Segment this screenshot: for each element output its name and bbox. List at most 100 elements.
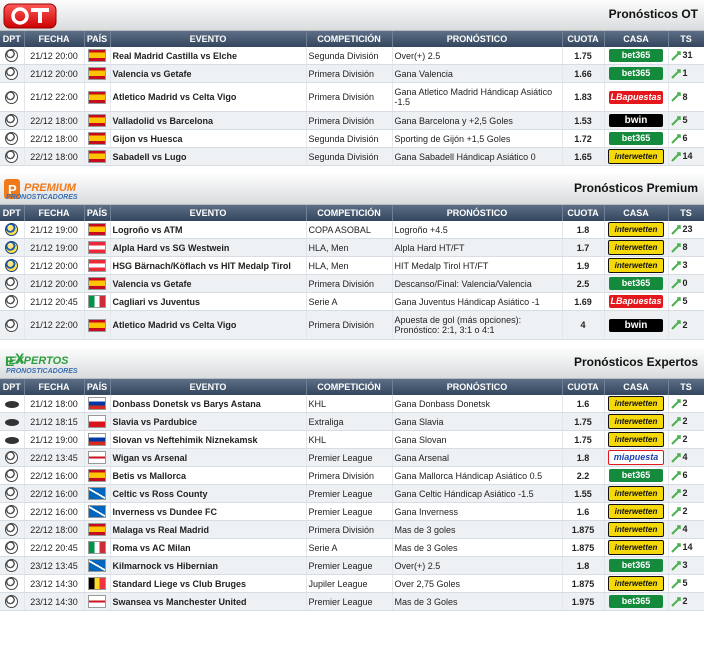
table-row[interactable]: 23/12 14:30 Standard Liege vs Club Bruge… [0, 574, 704, 593]
event-link[interactable]: Slavia vs Pardubice [110, 412, 307, 431]
bookmaker-logo-button[interactable]: miapuesta [608, 450, 664, 465]
table-row[interactable]: 21/12 19:00 Slovan vs Neftehimik Nizneka… [0, 430, 704, 449]
event-link[interactable]: Swansea vs Manchester United [110, 592, 307, 611]
table-row[interactable]: 23/12 14:30 Swansea vs Manchester United… [0, 592, 704, 611]
bookmaker-logo-button[interactable]: bet365 [609, 67, 663, 80]
event-link[interactable]: Gijon vs Huesca [110, 129, 307, 148]
event-link[interactable]: Cagliari vs Juventus [110, 292, 307, 311]
event-link[interactable]: Sabadell vs Lugo [110, 147, 307, 166]
table-row[interactable]: 21/12 22:00 Atletico Madrid vs Celta Vig… [0, 82, 704, 112]
ts-cell[interactable]: 14 [668, 147, 704, 166]
col-pronostico[interactable]: PRONÓSTICO [392, 31, 563, 47]
bookmaker-logo-button[interactable]: interwetten [608, 414, 664, 429]
col-cuota[interactable]: CUOTA [562, 31, 605, 47]
table-row[interactable]: 22/12 18:00 Valladolid vs Barcelona Prim… [0, 111, 704, 130]
table-row[interactable]: 21/12 19:00 Logroño vs ATM COPA ASOBAL L… [0, 221, 704, 239]
col-evento[interactable]: EVENTO [110, 31, 307, 47]
table-row[interactable]: 22/12 16:00 Celtic vs Ross County Premie… [0, 484, 704, 503]
ts-cell[interactable]: 5 [668, 111, 704, 130]
ts-cell[interactable]: 31 [668, 47, 704, 65]
ts-cell[interactable]: 2 [668, 484, 704, 503]
event-link[interactable]: Slovan vs Neftehimik Niznekamsk [110, 430, 307, 449]
ts-cell[interactable]: 6 [668, 129, 704, 148]
col-competicion[interactable]: COMPETICIÓN [306, 379, 393, 395]
table-row[interactable]: 21/12 19:00 Alpla Hard vs SG Westwein HL… [0, 238, 704, 257]
ts-cell[interactable]: 5 [668, 574, 704, 593]
event-link[interactable]: Real Madrid Castilla vs Elche [110, 47, 307, 65]
bookmaker-logo-button[interactable]: bet365 [609, 595, 663, 608]
event-link[interactable]: Betis vs Mallorca [110, 466, 307, 485]
ts-cell[interactable]: 1 [668, 64, 704, 83]
table-row[interactable]: 22/12 18:00 Gijon vs Huesca Segunda Divi… [0, 129, 704, 148]
col-dpt[interactable]: DPT [0, 379, 25, 395]
ts-cell[interactable]: 2 [668, 310, 704, 340]
table-row[interactable]: 22/12 18:00 Malaga vs Real Madrid Primer… [0, 520, 704, 539]
col-pais[interactable]: PAÍS [84, 31, 111, 47]
bookmaker-logo-button[interactable]: bet365 [609, 49, 663, 62]
col-dpt[interactable]: DPT [0, 205, 25, 221]
col-evento[interactable]: EVENTO [110, 379, 307, 395]
table-row[interactable]: 21/12 20:00 Valencia vs Getafe Primera D… [0, 64, 704, 83]
col-fecha[interactable]: FECHA [24, 205, 85, 221]
section-logo[interactable]: E X EXPERTOS PRONOSTICADORES [3, 350, 89, 379]
col-casa[interactable]: CASA [604, 379, 669, 395]
event-link[interactable]: Logroño vs ATM [110, 221, 307, 239]
bookmaker-logo-button[interactable]: LBapuestas [609, 295, 663, 308]
bookmaker-logo-button[interactable]: interwetten [608, 240, 664, 255]
ts-cell[interactable]: 5 [668, 292, 704, 311]
col-pronostico[interactable]: PRONÓSTICO [392, 205, 563, 221]
table-row[interactable]: 23/12 13:45 Kilmarnock vs Hibernian Prem… [0, 556, 704, 575]
col-cuota[interactable]: CUOTA [562, 205, 605, 221]
table-row[interactable]: 21/12 20:00 Valencia vs Getafe Primera D… [0, 274, 704, 293]
bookmaker-logo-button[interactable]: bet365 [609, 277, 663, 290]
table-row[interactable]: 21/12 20:45 Cagliari vs Juventus Serie A… [0, 292, 704, 311]
col-fecha[interactable]: FECHA [24, 379, 85, 395]
bookmaker-logo-button[interactable]: interwetten [608, 504, 664, 519]
col-pais[interactable]: PAÍS [84, 205, 111, 221]
ts-cell[interactable]: 2 [668, 412, 704, 431]
ts-cell[interactable]: 2 [668, 395, 704, 413]
event-link[interactable]: Atletico Madrid vs Celta Vigo [110, 310, 307, 340]
bookmaker-logo-button[interactable]: bet365 [609, 132, 663, 145]
ts-cell[interactable]: 4 [668, 520, 704, 539]
table-row[interactable]: 21/12 18:00 Donbass Donetsk vs Barys Ast… [0, 395, 704, 413]
event-link[interactable]: Atletico Madrid vs Celta Vigo [110, 82, 307, 112]
event-link[interactable]: Roma vs AC Milan [110, 538, 307, 557]
ts-cell[interactable]: 2 [668, 430, 704, 449]
table-row[interactable]: 22/12 16:00 Betis vs Mallorca Primera Di… [0, 466, 704, 485]
table-row[interactable]: 21/12 20:00 HSG Bärnach/Köflach vs HIT M… [0, 256, 704, 275]
bookmaker-logo-button[interactable]: interwetten [608, 396, 664, 411]
table-row[interactable]: 21/12 20:00 Real Madrid Castilla vs Elch… [0, 47, 704, 65]
event-link[interactable]: Valladolid vs Barcelona [110, 111, 307, 130]
event-link[interactable]: Celtic vs Ross County [110, 484, 307, 503]
col-ts[interactable]: TS [668, 205, 704, 221]
ts-cell[interactable]: 3 [668, 556, 704, 575]
event-link[interactable]: Valencia vs Getafe [110, 274, 307, 293]
event-link[interactable]: Valencia vs Getafe [110, 64, 307, 83]
ts-cell[interactable]: 8 [668, 82, 704, 112]
ts-cell[interactable]: 2 [668, 592, 704, 611]
bookmaker-logo-button[interactable]: bet365 [609, 469, 663, 482]
ts-cell[interactable]: 3 [668, 256, 704, 275]
col-evento[interactable]: EVENTO [110, 205, 307, 221]
col-cuota[interactable]: CUOTA [562, 379, 605, 395]
bookmaker-logo-button[interactable]: interwetten [608, 486, 664, 501]
bookmaker-logo-button[interactable]: bwin [609, 318, 663, 332]
ts-cell[interactable]: 4 [668, 448, 704, 467]
event-link[interactable]: Standard Liege vs Club Bruges [110, 574, 307, 593]
event-link[interactable]: Donbass Donetsk vs Barys Astana [110, 395, 307, 413]
bookmaker-logo-button[interactable]: interwetten [608, 258, 664, 273]
event-link[interactable]: Malaga vs Real Madrid [110, 520, 307, 539]
event-link[interactable]: HSG Bärnach/Köflach vs HIT Medalp Tirol [110, 256, 307, 275]
bookmaker-logo-button[interactable]: interwetten [608, 149, 664, 164]
ts-cell[interactable]: 6 [668, 466, 704, 485]
col-ts[interactable]: TS [668, 379, 704, 395]
event-link[interactable]: Inverness vs Dundee FC [110, 502, 307, 521]
ts-cell[interactable]: 14 [668, 538, 704, 557]
table-row[interactable]: 21/12 18:15 Slavia vs Pardubice Extralig… [0, 412, 704, 431]
table-row[interactable]: 22/12 16:00 Inverness vs Dundee FC Premi… [0, 502, 704, 521]
col-pronostico[interactable]: PRONÓSTICO [392, 379, 563, 395]
col-dpt[interactable]: DPT [0, 31, 25, 47]
table-row[interactable]: 21/12 22:00 Atletico Madrid vs Celta Vig… [0, 310, 704, 340]
col-casa[interactable]: CASA [604, 31, 669, 47]
